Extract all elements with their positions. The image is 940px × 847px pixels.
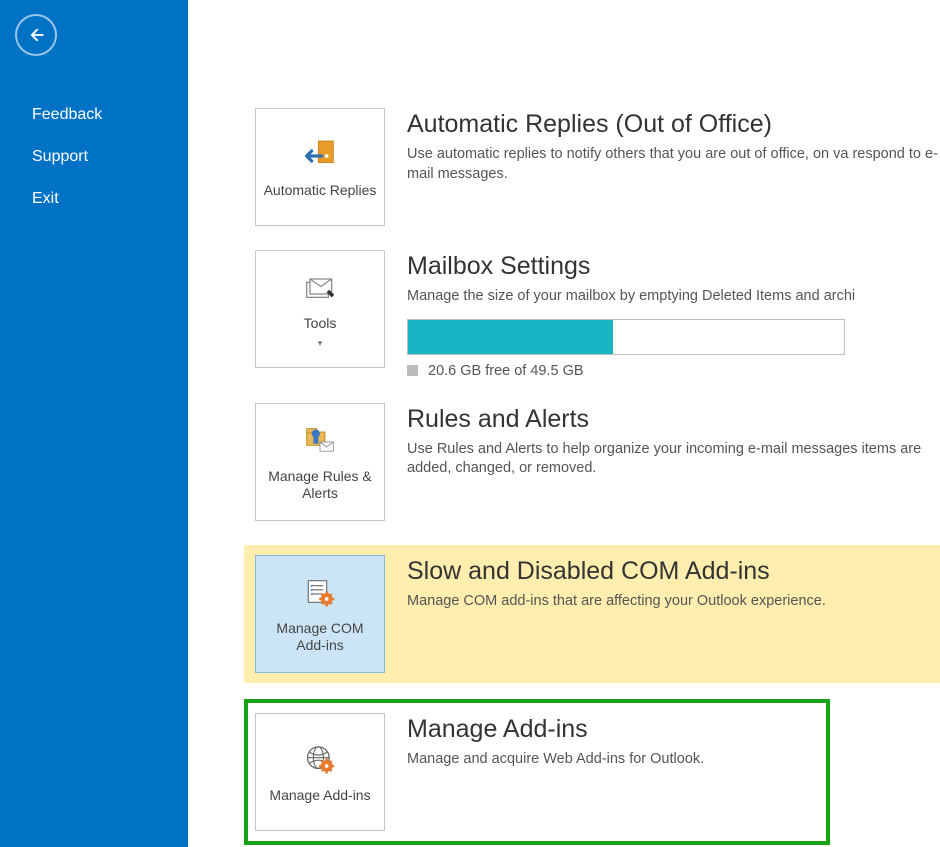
section-title-mailbox-settings: Mailbox Settings [407,252,940,281]
tools-tile[interactable]: Tools ▾ [255,250,385,368]
mailbox-usage-bar [407,319,845,355]
section-desc-automatic-replies: Use automatic replies to notify others t… [407,145,940,184]
sidebar: Feedback Support Exit [0,0,188,847]
section-title-automatic-replies: Automatic Replies (Out of Office) [407,110,940,139]
arrow-left-icon [26,25,46,45]
section-title-com-addins: Slow and Disabled COM Add-ins [407,557,940,586]
manage-addins-tile[interactable]: Manage Add-ins [255,713,385,831]
row-com-addins-highlight: Manage COM Add-ins Slow and Disabled COM… [244,545,940,683]
tile-label: Manage Rules & Alerts [256,468,384,500]
back-button[interactable] [15,14,57,56]
section-desc-com-addins: Manage COM add-ins that are affecting yo… [407,592,940,612]
tile-label: Tools [298,315,343,331]
manage-addins-callout: Manage Add-ins Manage Add-ins Manage and… [244,699,830,845]
rules-icon [300,422,340,462]
manage-addins-icon [300,741,340,781]
row-rules: Manage Rules & Alerts Rules and Alerts U… [255,403,940,521]
mailbox-usage-fill [408,320,613,354]
automatic-replies-tile[interactable]: Automatic Replies [255,108,385,226]
sidebar-item-support[interactable]: Support [0,136,188,178]
tile-label: Manage COM Add-ins [256,620,384,652]
manage-com-addins-tile[interactable]: Manage COM Add-ins [255,555,385,673]
section-title-rules: Rules and Alerts [407,405,940,434]
row-tools: Tools ▾ Mailbox Settings Manage the size… [255,250,940,379]
content-pane: Automatic Replies Automatic Replies (Out… [188,0,940,847]
tile-label: Manage Add-ins [263,787,376,803]
tile-label: Automatic Replies [258,182,383,198]
row-automatic-replies: Automatic Replies Automatic Replies (Out… [255,108,940,226]
section-title-manage-addins: Manage Add-ins [407,715,826,744]
dropdown-indicator-icon: ▾ [318,338,323,349]
legend-square-icon [407,365,418,376]
manage-rules-tile[interactable]: Manage Rules & Alerts [255,403,385,521]
sidebar-item-exit[interactable]: Exit [0,178,188,220]
mailbox-free-text: 20.6 GB free of 49.5 GB [428,363,584,379]
mailbox-free-label: 20.6 GB free of 49.5 GB [407,363,940,379]
tools-icon [300,269,340,309]
com-addins-icon [300,574,340,614]
section-desc-manage-addins: Manage and acquire Web Add-ins for Outlo… [407,750,826,770]
automatic-replies-icon [300,136,340,176]
section-desc-rules: Use Rules and Alerts to help organize yo… [407,440,940,479]
sidebar-item-feedback[interactable]: Feedback [0,94,188,136]
section-desc-mailbox-settings: Manage the size of your mailbox by empty… [407,287,940,307]
